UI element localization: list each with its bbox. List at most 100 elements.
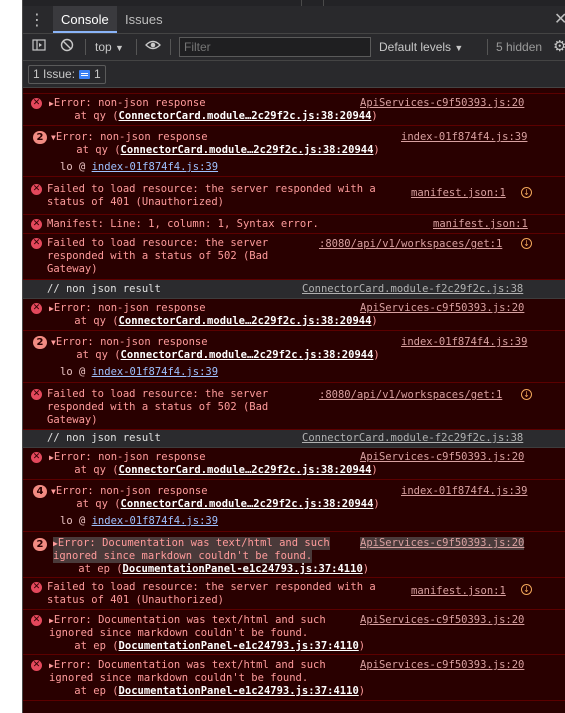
log-message: 2 ▼Error: non-json response at qy (Conne… xyxy=(23,126,565,177)
lo-text: lo @ xyxy=(60,366,92,378)
issues-label: 1 Issue: xyxy=(33,67,76,81)
network-request-icon[interactable]: ↓ xyxy=(521,584,532,595)
message-text[interactable]: Error: non-json response xyxy=(54,97,206,109)
source-link[interactable]: index-01f874f4.js:39 xyxy=(401,336,527,349)
tab-issues[interactable]: Issues xyxy=(125,6,163,33)
levels-label: Default levels xyxy=(379,40,452,54)
stack-text: at qy ( xyxy=(49,464,119,476)
source-link[interactable]: :8080/api/v1/workspaces/get:1 xyxy=(319,389,502,402)
source-link[interactable]: ConnectorCard.module-f2c29f2c.js:38 xyxy=(302,432,523,445)
log-message: ✕ ▶Error: non-json response at qy (Conne… xyxy=(23,448,565,480)
message-text[interactable]: Failed to load resource: the server resp… xyxy=(47,183,376,196)
message-text-2: ignored since markdown couldn't be found… xyxy=(53,550,313,563)
stack-link[interactable]: ConnectorCard.module…2c29f2c.js:38:20944 xyxy=(121,144,374,156)
error-icon: ✕ xyxy=(31,660,42,671)
stack-link[interactable]: ConnectorCard.module…2c29f2c.js:38:20944 xyxy=(119,464,372,476)
tab-console[interactable]: Console xyxy=(53,6,117,33)
source-link[interactable]: index-01f874f4.js:39 xyxy=(401,131,527,144)
message-text[interactable]: Error: non-json response xyxy=(54,302,206,314)
tab-bar: ⋮ Console Issues ✕ xyxy=(23,6,565,34)
log-message: ✕ Failed to load resource: the server re… xyxy=(23,177,565,215)
source-link[interactable]: manifest.json:1 xyxy=(433,218,528,231)
clear-console-icon[interactable] xyxy=(60,38,74,57)
error-icon: ✕ xyxy=(31,238,42,249)
stack-link[interactable]: ConnectorCard.module…2c29f2c.js:38:20944 xyxy=(121,498,374,510)
message-text[interactable]: Error: Documentation was text/html and s… xyxy=(54,659,326,671)
stack-link[interactable]: DocumentationPanel-e1c24793.js:37:4110 xyxy=(123,563,363,575)
message-text[interactable]: // non json result xyxy=(47,432,161,445)
hidden-count: 5 hidden xyxy=(496,40,543,54)
message-text[interactable]: Error: non-json response xyxy=(56,485,208,497)
console-log: ✕ ▶Error: non-json response at qy (Conne… xyxy=(23,88,565,713)
source-link[interactable]: ConnectorCard.module-f2c29f2c.js:38 xyxy=(302,283,523,296)
network-request-icon[interactable]: ↓ xyxy=(521,238,532,249)
log-message: ✕ Failed to load resource: the server re… xyxy=(23,383,565,430)
error-icon: ✕ xyxy=(31,452,42,463)
lo-link[interactable]: index-01f874f4.js:39 xyxy=(92,366,218,378)
message-text[interactable]: Error: non-json response xyxy=(56,336,208,348)
source-link[interactable]: ApiServices-c9f50393.js:20 xyxy=(360,97,524,110)
network-request-icon[interactable]: ↓ xyxy=(521,187,532,198)
close-icon[interactable]: ✕ xyxy=(554,10,565,28)
stack-text: at ep ( xyxy=(49,640,119,652)
source-link[interactable]: manifest.json:1 xyxy=(411,585,506,598)
source-link[interactable]: ApiServices-c9f50393.js:20 xyxy=(360,659,524,672)
stack-text-end: ) xyxy=(373,144,380,156)
network-request-icon[interactable]: ↓ xyxy=(521,389,532,400)
message-text[interactable]: Manifest: Line: 1, column: 1, Syntax err… xyxy=(47,218,319,231)
message-text-2: ignored since markdown couldn't be found… xyxy=(49,672,309,684)
log-message: 4 ▼Error: non-json response at qy (Conne… xyxy=(23,480,565,532)
error-icon: ✕ xyxy=(31,582,42,593)
filter-input[interactable] xyxy=(179,37,371,57)
message-text[interactable]: Error: non-json response xyxy=(56,131,208,143)
lo-link[interactable]: index-01f874f4.js:39 xyxy=(92,161,218,173)
stack-text: at qy ( xyxy=(51,349,121,361)
log-levels-dropdown[interactable]: Default levels ▼ xyxy=(379,38,463,57)
message-text[interactable]: Error: Documentation was text/html and s… xyxy=(54,614,326,626)
stack-text: at ep ( xyxy=(49,685,119,697)
live-expression-eye-icon[interactable] xyxy=(145,38,161,57)
source-link[interactable]: manifest.json:1 xyxy=(411,187,506,200)
stack-text-end: ) xyxy=(371,464,378,476)
repeat-count-badge: 2 xyxy=(33,131,47,144)
log-message: ✕ Failed to load resource: the server re… xyxy=(23,578,565,610)
gear-icon[interactable]: ⚙ xyxy=(553,37,565,55)
source-link[interactable]: ApiServices-c9f50393.js:20 xyxy=(360,451,524,464)
message-text[interactable]: Error: non-json response xyxy=(54,451,206,463)
message-text[interactable]: // non json result xyxy=(47,283,161,296)
source-link[interactable]: index-01f874f4.js:39 xyxy=(401,485,527,498)
message-text[interactable]: Failed to load resource: the server resp… xyxy=(47,581,376,594)
lo-link[interactable]: index-01f874f4.js:39 xyxy=(92,515,218,527)
context-selector[interactable]: top ▼ xyxy=(95,38,124,57)
message-text[interactable]: Failed to load resource: the server xyxy=(47,237,268,250)
context-label: top xyxy=(95,40,112,54)
error-icon: ✕ xyxy=(31,615,42,626)
repeat-count-badge: 4 xyxy=(33,485,47,498)
message-text[interactable]: Error: Documentation was text/html and s… xyxy=(58,537,330,549)
source-link[interactable]: ApiServices-c9f50393.js:20 xyxy=(360,614,524,627)
error-icon: ✕ xyxy=(31,219,42,230)
stack-text-end: ) xyxy=(373,349,380,361)
message-text[interactable]: Failed to load resource: the server xyxy=(47,388,268,401)
stack-link[interactable]: ConnectorCard.module…2c29f2c.js:38:20944 xyxy=(119,315,372,327)
log-message: ✕ ▶Error: non-json response at qy (Conne… xyxy=(23,299,565,331)
stack-text-end: ) xyxy=(358,640,366,652)
kebab-menu-icon[interactable]: ⋮ xyxy=(29,11,45,29)
source-link[interactable]: ApiServices-c9f50393.js:20 xyxy=(360,537,525,550)
stack-text-end: ) xyxy=(362,563,370,575)
stack-link[interactable]: ConnectorCard.module…2c29f2c.js:38:20944 xyxy=(121,349,374,361)
source-link[interactable]: ApiServices-c9f50393.js:20 xyxy=(360,302,524,315)
message-text-2: responded with a status of 502 (Bad xyxy=(47,401,269,413)
sidebar-toggle-icon[interactable] xyxy=(32,38,46,57)
issues-button[interactable]: 1 Issue: 1 xyxy=(28,65,106,84)
stack-link[interactable]: DocumentationPanel-e1c24793.js:37:4110 xyxy=(119,685,359,697)
stack-text-end: ) xyxy=(371,110,378,122)
log-message: ✕ Manifest: Line: 1, column: 1, Syntax e… xyxy=(23,215,565,234)
stack-link[interactable]: ConnectorCard.module…2c29f2c.js:38:20944 xyxy=(119,110,372,122)
stack-text: at qy ( xyxy=(51,144,121,156)
log-message: ✕ Failed to load resource: the server re… xyxy=(23,234,565,280)
stack-link[interactable]: DocumentationPanel-e1c24793.js:37:4110 xyxy=(119,640,359,652)
repeat-count-badge: 2 xyxy=(33,336,47,349)
source-link[interactable]: :8080/api/v1/workspaces/get:1 xyxy=(319,238,502,251)
issue-message-icon xyxy=(79,70,91,79)
